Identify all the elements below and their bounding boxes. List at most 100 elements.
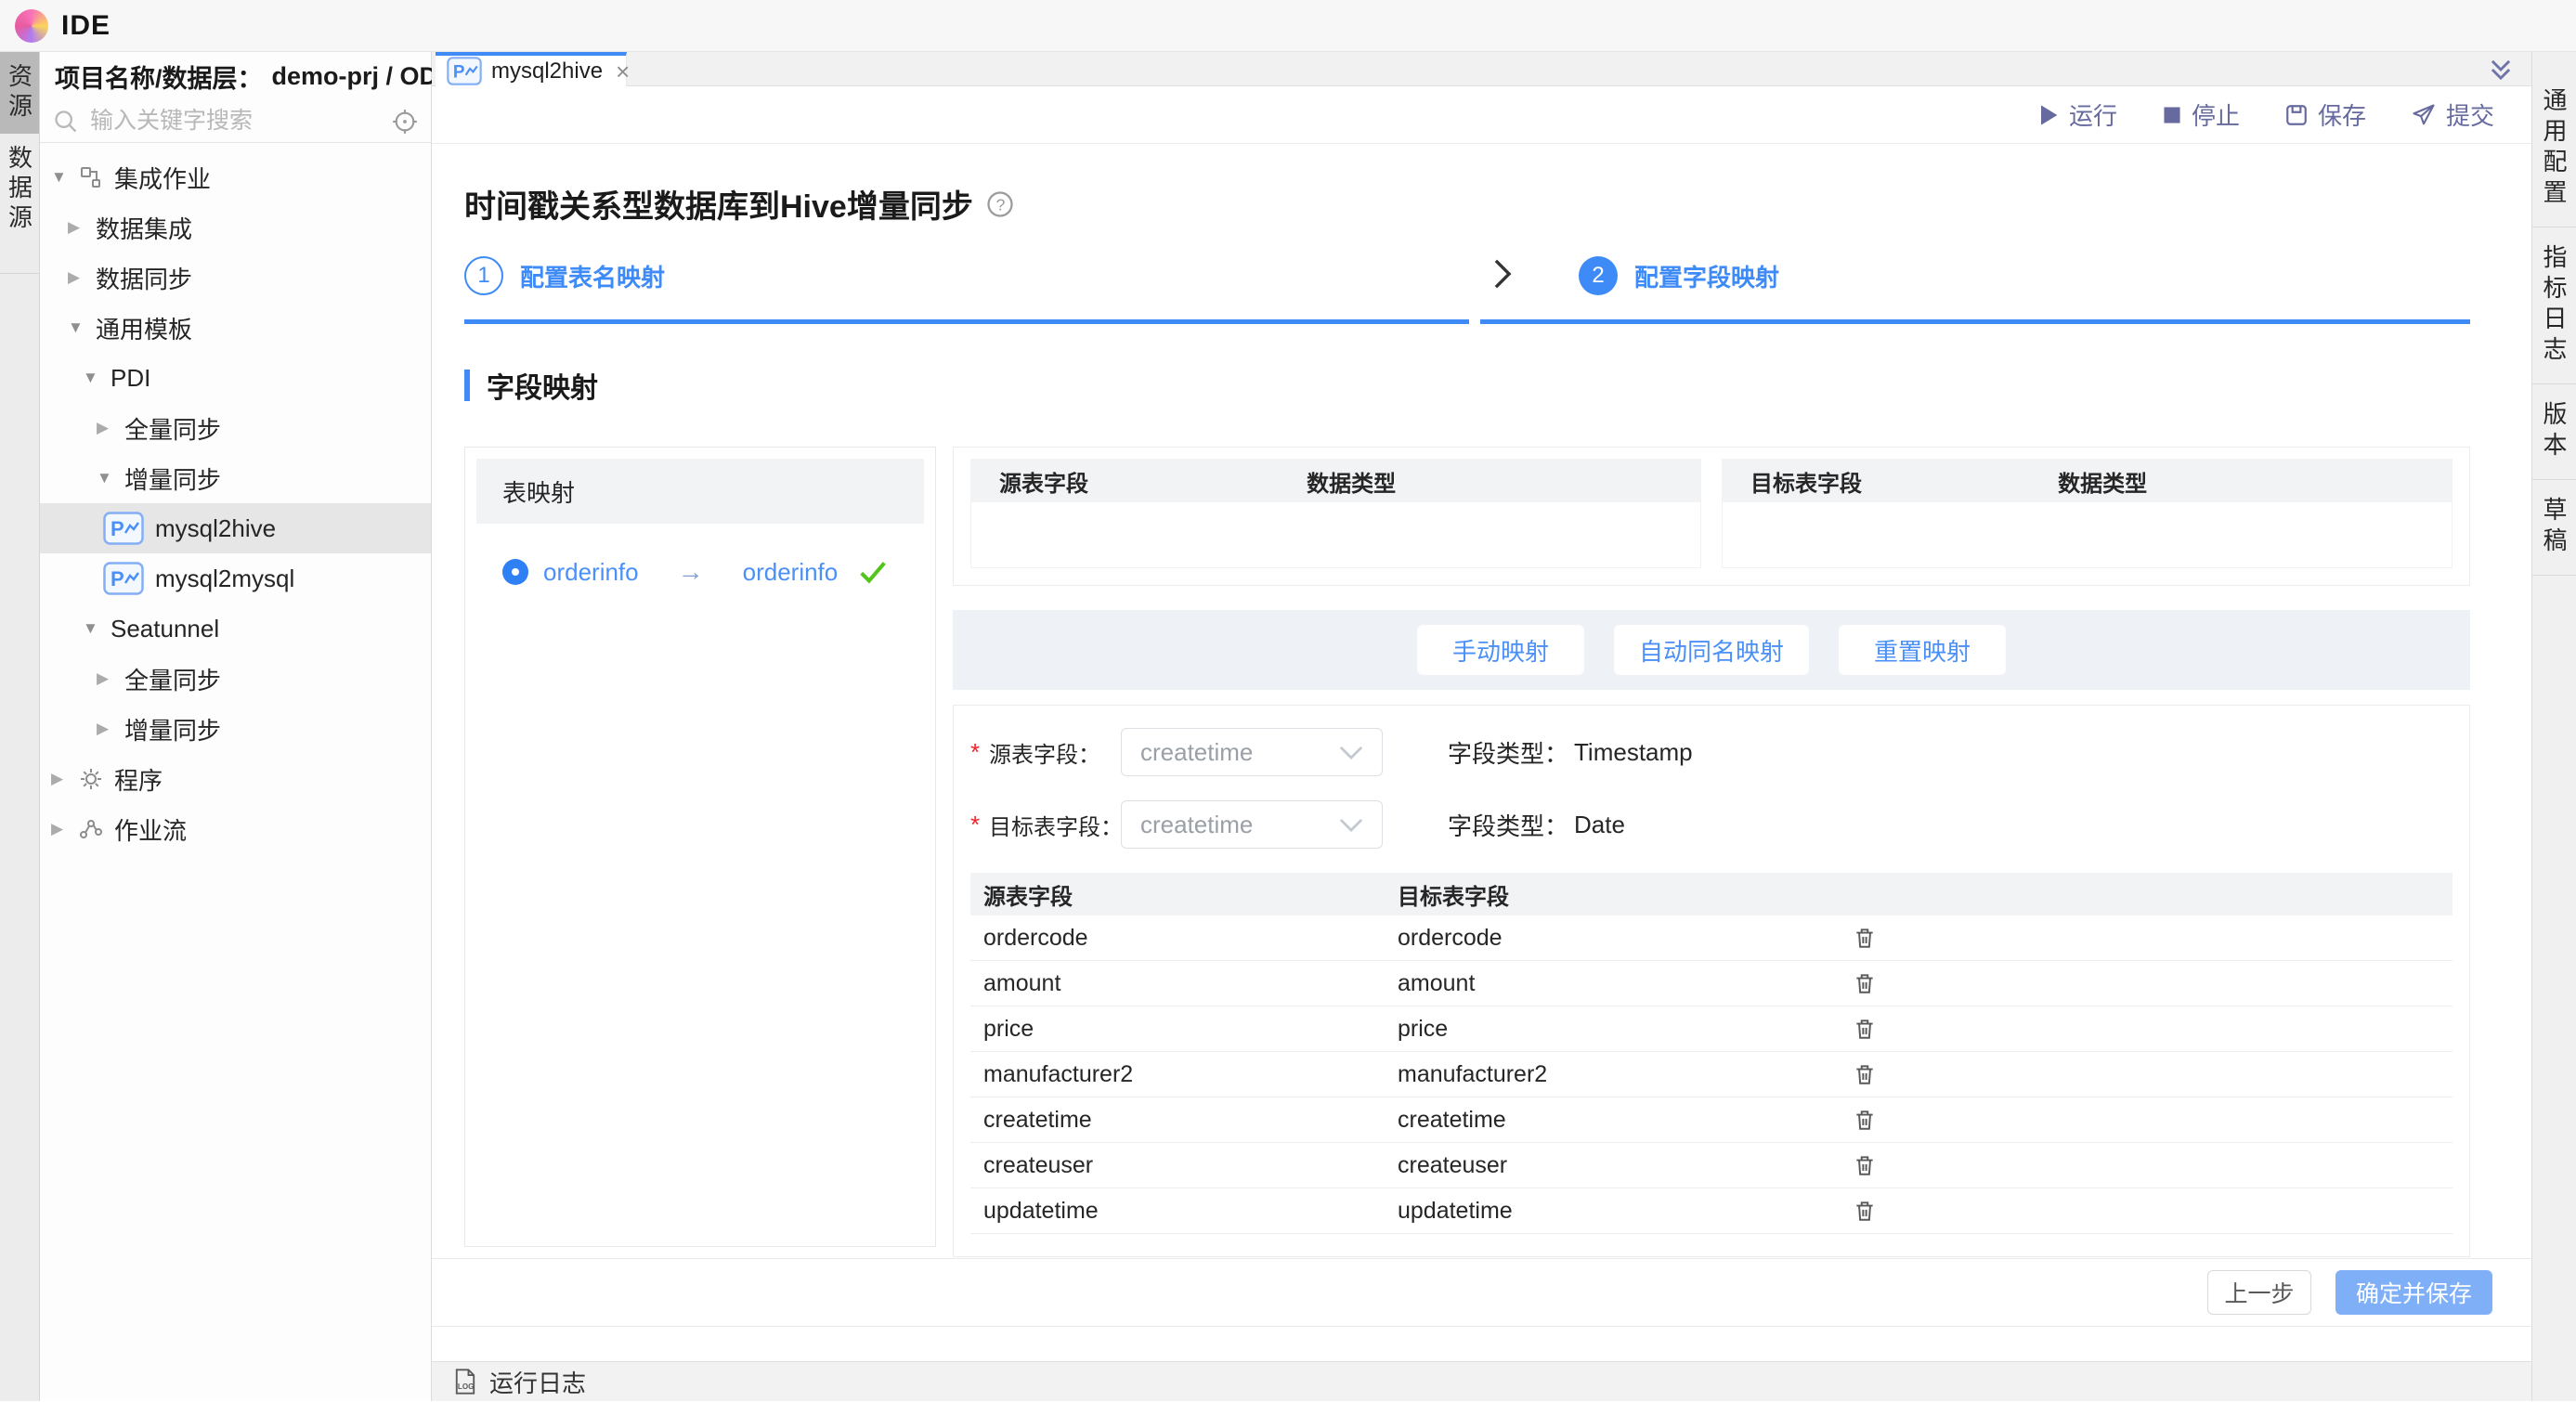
caret-right-icon[interactable] [68, 218, 96, 237]
tab-mysql2hive[interactable]: P mysql2hive [436, 52, 627, 86]
tree-item-programs[interactable]: 程序 [40, 754, 431, 804]
resource-tree: 集成作业 数据集成 数据同步 通用模板 PDI 全量同步 [40, 143, 431, 1401]
source-field-select[interactable]: createtime [1121, 728, 1383, 776]
trash-icon[interactable] [1853, 1017, 1882, 1041]
mapping-target-table[interactable]: orderinfo [743, 558, 839, 587]
step-1-table-mapping[interactable]: 1 配置表名映射 [464, 256, 1469, 324]
close-icon[interactable] [616, 59, 630, 84]
save-button[interactable]: 保存 [2284, 97, 2366, 132]
caret-down-icon[interactable] [83, 619, 111, 638]
collapse-double-chevron-icon[interactable] [2489, 58, 2513, 86]
right-tab-versions[interactable]: 版本 [2532, 384, 2576, 480]
caret-right-icon[interactable] [51, 770, 79, 788]
help-icon[interactable]: ? [986, 190, 1014, 218]
stop-button[interactable]: 停止 [2162, 97, 2240, 132]
caret-right-icon[interactable] [97, 720, 124, 738]
target-field-cell: manufacturer2 [1398, 1061, 1853, 1088]
sidebar: 项目名称/数据层： demo-prj / ODS [40, 52, 432, 1401]
source-field-value: createtime [1140, 738, 1253, 767]
right-tab-metrics-log[interactable]: 指标日志 [2532, 227, 2576, 384]
right-tab-drafts[interactable]: 草稿 [2532, 480, 2576, 576]
page-title: 时间戳关系型数据库到Hive增量同步 [464, 181, 973, 227]
trash-icon[interactable] [1853, 1062, 1882, 1086]
tree-item-incremental-sync-pdi[interactable]: 增量同步 [40, 453, 431, 503]
step-2-field-mapping[interactable]: 2 配置字段映射 [1480, 256, 2470, 324]
save-icon [2284, 103, 2309, 127]
tree-item-integration-jobs[interactable]: 集成作业 [40, 152, 431, 202]
reset-mapping-button[interactable]: 重置映射 [1839, 625, 2006, 675]
steps: 1 配置表名映射 2 配置字段映射 [464, 256, 2470, 324]
tree-item-label: mysql2hive [155, 514, 276, 543]
app-logo-icon [15, 9, 48, 43]
tree-item-mysql2hive[interactable]: P mysql2hive [40, 503, 431, 553]
right-tab-common-config[interactable]: 通用配置 [2532, 71, 2576, 227]
step-1-label: 配置表名映射 [520, 259, 665, 293]
auto-same-name-mapping-button[interactable]: 自动同名映射 [1614, 625, 1809, 675]
caret-right-icon[interactable] [68, 268, 96, 287]
mapping-table-col2: 目标表字段 [1398, 878, 1853, 911]
pdi-job-icon: P [447, 57, 482, 85]
table-mapping-header: 表映射 [476, 459, 924, 524]
tree-item-workflows[interactable]: 作业流 [40, 804, 431, 854]
activity-item-datasources[interactable]: 数据源 [0, 134, 39, 245]
caret-down-icon[interactable] [68, 318, 96, 337]
trash-icon[interactable] [1853, 971, 1882, 995]
log-icon: LOG [452, 1368, 478, 1396]
caret-down-icon[interactable] [51, 168, 79, 187]
tree-item-data-sync[interactable]: 数据同步 [40, 253, 431, 303]
caret-down-icon[interactable] [83, 369, 111, 387]
caret-right-icon[interactable] [97, 669, 124, 688]
trash-icon[interactable] [1853, 1199, 1882, 1223]
previous-step-button[interactable]: 上一步 [2207, 1270, 2311, 1315]
caret-down-icon[interactable] [97, 469, 124, 487]
target-field-select[interactable]: createtime [1121, 800, 1383, 849]
tree-item-label: 通用模板 [96, 311, 192, 345]
tree-item-label: 程序 [114, 762, 163, 797]
source-field-cell: manufacturer2 [970, 1061, 1398, 1088]
submit-button[interactable]: 提交 [2411, 97, 2494, 132]
tree-item-common-templates[interactable]: 通用模板 [40, 303, 431, 353]
confirm-save-button[interactable]: 确定并保存 [2335, 1270, 2492, 1315]
mapping-source-table[interactable]: orderinfo [543, 558, 639, 587]
tree-item-label: mysql2mysql [155, 565, 294, 593]
caret-right-icon[interactable] [51, 820, 79, 838]
source-type-value: Timestamp [1574, 738, 1693, 767]
activity-item-resources[interactable]: 资源 [0, 52, 39, 134]
search-input[interactable] [88, 107, 392, 136]
run-button[interactable]: 运行 [2037, 97, 2117, 132]
table-row: ordercode ordercode [970, 915, 2452, 961]
source-field-cell: price [970, 1016, 1398, 1043]
table-mapping-row[interactable]: orderinfo → orderinfo [476, 557, 924, 587]
trash-icon[interactable] [1853, 926, 1882, 950]
app-header: IDE [0, 0, 2576, 52]
tree-item-seatunnel[interactable]: Seatunnel [40, 604, 431, 654]
caret-right-icon[interactable] [97, 419, 124, 437]
run-log-bar[interactable]: LOG 运行日志 [432, 1361, 2531, 1401]
target-field-cell: createtime [1398, 1107, 1853, 1134]
tree-item-mysql2mysql[interactable]: P mysql2mysql [40, 553, 431, 604]
right-tab-label: 版本 [2537, 401, 2571, 462]
tree-item-pdi[interactable]: PDI [40, 353, 431, 403]
trash-icon[interactable] [1853, 1153, 1882, 1177]
manual-mapping-button[interactable]: 手动映射 [1417, 625, 1584, 675]
tree-item-incremental-sync-seatunnel[interactable]: 增量同步 [40, 704, 431, 754]
tree-item-label: 数据同步 [96, 261, 192, 295]
tree-item-full-sync-seatunnel[interactable]: 全量同步 [40, 654, 431, 704]
field-mapping-form: * 源表字段： createtime 字段类型： Timestamp [953, 705, 2470, 1257]
source-type-label: 字段类型： [1448, 735, 1568, 770]
search-icon [53, 109, 79, 135]
locate-icon[interactable] [392, 109, 418, 135]
tree-item-full-sync-pdi[interactable]: 全量同步 [40, 403, 431, 453]
table-row: amount amount [970, 961, 2452, 1006]
source-field-cell: updatetime [970, 1198, 1398, 1225]
chevron-down-icon [1339, 818, 1363, 832]
chevron-down-icon [1339, 746, 1363, 759]
trash-icon[interactable] [1853, 1108, 1882, 1132]
section-accent-bar [464, 370, 470, 401]
target-type-value: Date [1574, 811, 1625, 839]
run-label: 运行 [2069, 97, 2117, 132]
tree-item-data-integration[interactable]: 数据集成 [40, 202, 431, 253]
table-row: manufacturer2 manufacturer2 [970, 1052, 2452, 1097]
radio-selected-icon[interactable] [502, 559, 528, 585]
table-row: createtime createtime [970, 1097, 2452, 1143]
